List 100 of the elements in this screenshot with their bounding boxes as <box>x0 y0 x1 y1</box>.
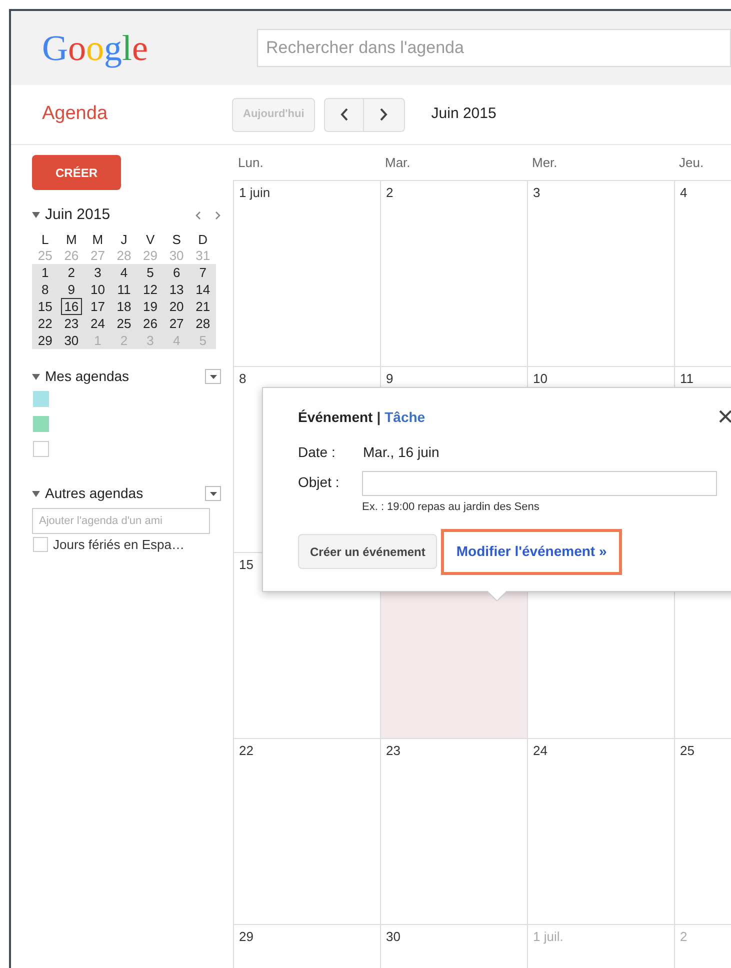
app-title: Agenda <box>42 102 109 126</box>
mini-calendar-day[interactable]: 17 <box>84 298 111 314</box>
day-cell[interactable]: 25 <box>674 739 731 924</box>
section-title[interactable]: Autres agendas <box>45 483 144 504</box>
mini-calendar-day[interactable]: 1 <box>32 264 58 280</box>
day-number: 30 <box>386 929 400 944</box>
caret-icon[interactable] <box>32 490 40 496</box>
weekday-label: M <box>65 230 78 248</box>
weekday-header: Lun. <box>238 154 264 170</box>
mini-calendar-day[interactable]: 13 <box>163 280 190 298</box>
mini-calendar-day[interactable]: 9 <box>58 280 85 298</box>
day-number: 1 juin <box>239 185 270 200</box>
mini-calendar-day[interactable]: 29 <box>32 332 58 348</box>
date-value: Mar., 16 juin <box>363 443 440 462</box>
mini-calendar-day[interactable]: 2 <box>58 264 85 280</box>
mini-calendar-day[interactable]: 23 <box>58 314 85 332</box>
calendar-name[interactable]: Jours fériés en Espa… <box>53 534 185 554</box>
field-label: Date : <box>298 443 336 462</box>
dropdown-button[interactable] <box>205 486 221 501</box>
day-cell[interactable]: 3 <box>527 181 674 366</box>
day-number: 15 <box>239 557 254 572</box>
mini-calendar-day[interactable]: 19 <box>137 298 164 314</box>
mini-calendar-day[interactable]: 10 <box>84 280 111 298</box>
weekday-label: L <box>40 230 50 248</box>
mini-calendar-day[interactable]: 22 <box>32 314 58 332</box>
dropdown-button[interactable] <box>205 369 221 384</box>
popup-tab[interactable]: Événement <box>298 406 373 428</box>
calendar-color-checkbox[interactable] <box>33 391 49 407</box>
day-cell[interactable]: 30 <box>380 925 527 968</box>
caret-icon[interactable] <box>32 374 40 380</box>
popup-tab[interactable]: Tâche <box>384 406 426 428</box>
mini-calendar-day[interactable]: 30 <box>58 332 85 348</box>
create-event-button[interactable]: Créer un événement <box>298 534 438 569</box>
mini-calendar-day[interactable]: 4 <box>110 264 138 280</box>
mini-calendar-day[interactable]: 15 <box>32 298 58 314</box>
mini-calendar-day[interactable]: 8 <box>32 280 58 298</box>
day-cell[interactable]: 24 <box>527 739 674 924</box>
mini-calendar-day[interactable]: 6 <box>163 264 190 280</box>
mini-calendar-day[interactable]: 25 <box>110 314 138 332</box>
mini-calendar-day[interactable]: 27 <box>163 314 190 332</box>
close-icon[interactable] <box>719 410 731 423</box>
tab-separator: | <box>376 408 381 428</box>
day-number: 11 <box>680 371 694 386</box>
day-cell[interactable]: 22 <box>233 739 380 924</box>
day-number: 23 <box>386 743 400 758</box>
caret-icon[interactable] <box>32 212 40 218</box>
calendar-color-checkbox[interactable] <box>33 416 49 432</box>
day-number: 22 <box>239 743 254 758</box>
chevron-left-icon[interactable] <box>195 210 201 220</box>
mini-calendar-day[interactable]: 21 <box>190 298 216 314</box>
calendar-color-checkbox[interactable] <box>33 441 49 457</box>
subject-input[interactable] <box>362 471 717 496</box>
chevron-left-icon <box>340 108 348 121</box>
mini-calendar-day[interactable]: 3 <box>84 264 111 280</box>
day-number: 9 <box>386 371 394 386</box>
weekday-label: V <box>144 230 156 248</box>
weekday-header: Mer. <box>532 154 558 170</box>
day-number: 24 <box>533 743 548 758</box>
weekday-label: J <box>120 230 128 248</box>
previous-button[interactable] <box>324 98 364 132</box>
mini-calendar-day[interactable]: 18 <box>110 298 138 314</box>
day-cell[interactable]: 23 <box>380 739 527 924</box>
day-number: 10 <box>533 371 548 386</box>
mini-calendar-day[interactable]: 5 <box>137 264 164 280</box>
weekday-header: Jeu. <box>679 154 704 170</box>
day-number: 8 <box>239 371 246 386</box>
day-number: 1 juil. <box>533 929 564 944</box>
checkbox[interactable] <box>33 537 48 552</box>
mini-calendar-day[interactable]: 20 <box>163 298 190 314</box>
weekday-header: Mar. <box>385 154 410 170</box>
current-period: Juin 2015 <box>431 104 496 124</box>
mini-calendar-day[interactable]: 11 <box>110 280 138 298</box>
weekday-label: D <box>197 230 209 248</box>
day-cell[interactable]: 1 juin <box>233 181 380 366</box>
edit-event-link[interactable]: Modifier l'événement » <box>441 528 622 574</box>
mini-calendar-day[interactable]: 28 <box>190 314 216 332</box>
mini-calendar-day[interactable]: 26 <box>137 314 164 332</box>
day-cell[interactable]: 2 <box>380 181 527 366</box>
mini-calendar-day[interactable]: 14 <box>190 280 216 298</box>
add-calendar-field[interactable]: Ajouter l'agenda d'un ami <box>32 508 210 534</box>
create-button[interactable]: CRÉER <box>32 155 121 190</box>
day-number: 29 <box>239 929 254 944</box>
day-number: 25 <box>680 743 694 758</box>
chevron-right-icon[interactable] <box>215 210 221 220</box>
mini-calendar-title: Juin 2015 <box>45 205 110 225</box>
caret-icon <box>210 374 216 378</box>
day-number: 4 <box>680 185 688 200</box>
day-number: 2 <box>386 185 394 200</box>
mini-calendar-day[interactable]: 12 <box>137 280 164 298</box>
weekday-label: S <box>171 230 182 248</box>
day-cell[interactable]: 29 <box>233 925 380 968</box>
day-cell[interactable]: 4 <box>674 181 731 366</box>
mini-calendar-day[interactable]: 24 <box>84 314 111 332</box>
chevron-right-icon <box>380 108 388 121</box>
day-number: 3 <box>533 185 540 200</box>
section-title[interactable]: Mes agendas <box>45 366 130 387</box>
mini-calendar-day[interactable]: 7 <box>190 264 216 280</box>
next-button[interactable] <box>364 98 406 132</box>
search-field[interactable]: Rechercher dans l'agenda <box>257 29 731 67</box>
google-logo: Google <box>42 30 149 66</box>
